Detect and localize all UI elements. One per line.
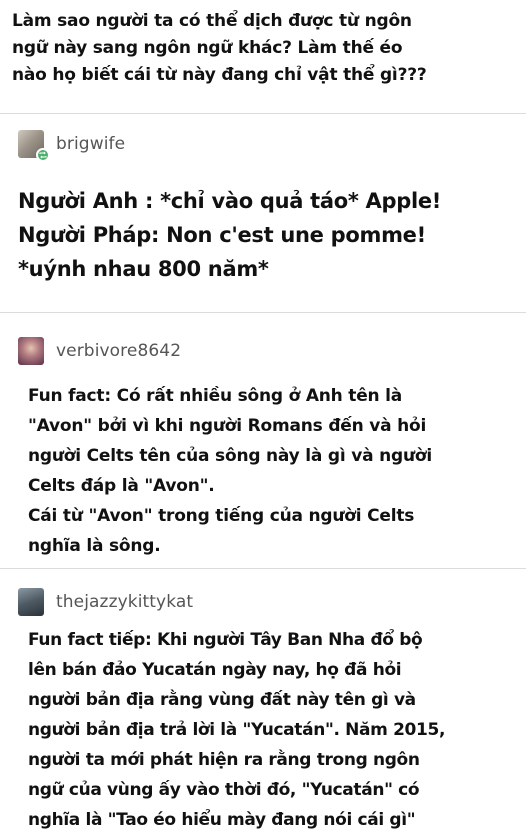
username-verbivore8642[interactable]: verbivore8642 — [56, 341, 181, 361]
divider — [0, 568, 526, 569]
divider — [0, 312, 526, 313]
user-row-brigwife[interactable]: brigwife — [18, 124, 125, 164]
avatar-brigwife-icon[interactable] — [18, 130, 50, 162]
avatar-thejazzykittykat-icon[interactable] — [18, 588, 44, 616]
post-question: Làm sao người ta có thể dịch được từ ngô… — [12, 11, 427, 85]
reply-text-verbivore8642: Fun fact: Có rất nhiều sông ở Anh tên là… — [28, 386, 432, 556]
user-row-verbivore8642[interactable]: verbivore8642 — [18, 331, 181, 371]
reply-text-brigwife: Người Anh : *chỉ vào quả táo* Apple! Ngư… — [18, 189, 442, 281]
username-thejazzykittykat[interactable]: thejazzykittykat — [56, 592, 193, 612]
reblog-icon — [36, 148, 50, 162]
username-brigwife[interactable]: brigwife — [56, 134, 125, 154]
reply-text-thejazzykittykat: Fun fact tiếp: Khi người Tây Ban Nha đổ … — [28, 630, 446, 830]
user-row-thejazzykittykat[interactable]: thejazzykittykat — [18, 582, 193, 622]
avatar-verbivore8642-icon[interactable] — [18, 337, 44, 365]
divider — [0, 113, 526, 114]
